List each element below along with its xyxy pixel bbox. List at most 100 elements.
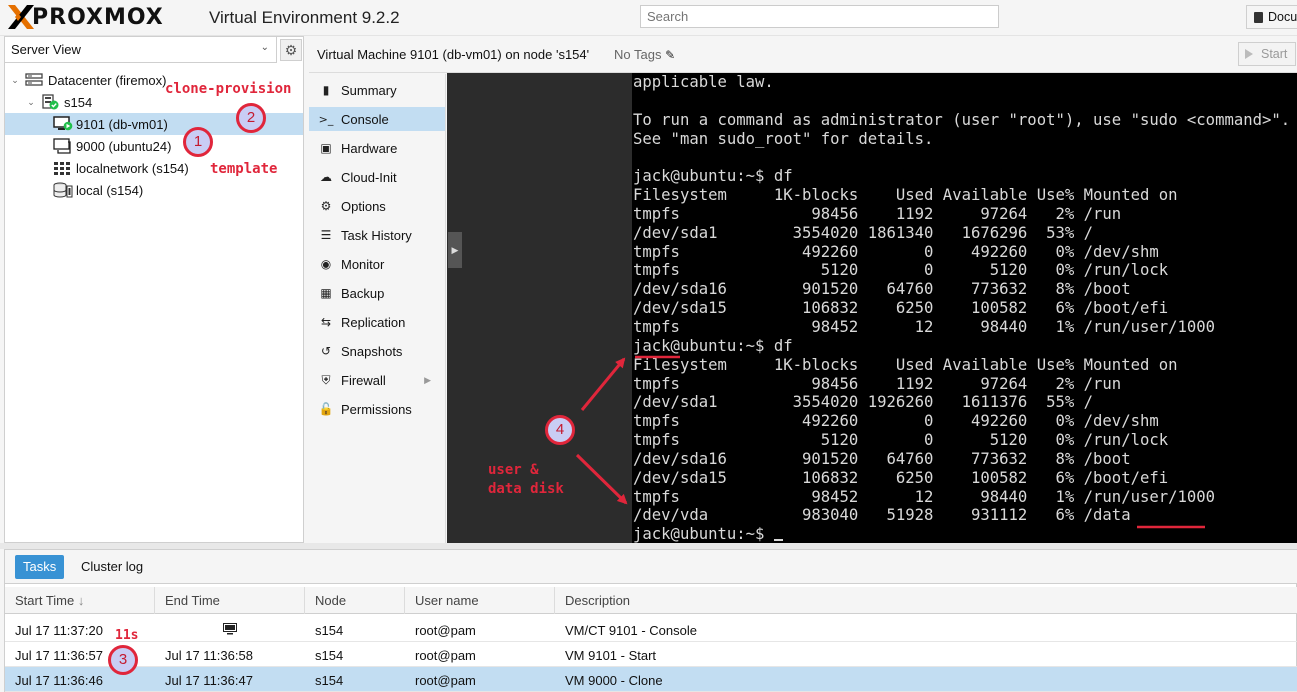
- tree-item-label: 9101 (db-vm01): [76, 116, 168, 132]
- collapse-arrow-icon[interactable]: ⌄: [9, 75, 21, 86]
- vm-header-bar: Virtual Machine 9101 (db-vm01) on node '…: [309, 36, 1297, 73]
- product-version: Virtual Environment 9.2.2: [209, 8, 400, 27]
- brand-name: PROXMOX: [32, 4, 164, 30]
- nav-cloud-init[interactable]: ☁ Cloud-Init: [309, 165, 445, 189]
- task-table-header: Start Time ↓ End Time Node User name Des…: [5, 587, 1297, 614]
- nav-label: Monitor: [341, 256, 385, 272]
- nav-snapshots[interactable]: ↺ Snapshots: [309, 339, 445, 363]
- shield-icon: ⛨: [321, 372, 331, 387]
- nav-label: Task History: [341, 227, 412, 243]
- table-row[interactable]: Jul 17 11:36:46 Jul 17 11:36:47 s154 roo…: [5, 667, 1297, 692]
- tree-item-label: 9000 (ubuntu24): [76, 138, 172, 154]
- terminal-line: applicable law.: [633, 73, 774, 91]
- nav-label: Console: [341, 111, 389, 127]
- list-icon: ☰: [320, 228, 332, 242]
- tags-editor[interactable]: No Tags ✎: [614, 47, 675, 62]
- gear-icon: ⚙: [284, 42, 298, 58]
- terminal-line: /dev/sda1 3554020 1926260 1611376 55% /: [633, 393, 1094, 412]
- column-user-name[interactable]: User name: [405, 587, 555, 614]
- nav-monitor[interactable]: ◉ Monitor: [309, 252, 445, 276]
- monitor-icon: ▣: [320, 141, 332, 155]
- vm-title: Virtual Machine 9101 (db-vm01) on node '…: [317, 47, 590, 62]
- terminal-line: tmpfs 98452 12 98440 1% /run/user/1000: [633, 487, 1216, 506]
- tab-cluster-log[interactable]: Cluster log: [73, 555, 151, 579]
- template-icon: [53, 138, 71, 154]
- nav-summary[interactable]: ▮ Summary: [309, 78, 445, 102]
- nav-label: Summary: [341, 82, 397, 98]
- nav-backup[interactable]: ▦ Backup: [309, 281, 445, 305]
- terminal-line: To run a command as administrator (user …: [633, 110, 1291, 129]
- column-end-time[interactable]: End Time: [155, 587, 305, 614]
- cell-end-time: Jul 17 11:36:58: [165, 648, 253, 663]
- nav-label: Backup: [341, 285, 385, 301]
- top-bar: PROXMOX Virtual Environment 9.2.2 Docu: [0, 0, 1297, 36]
- column-node[interactable]: Node: [305, 587, 405, 614]
- tree-settings-button[interactable]: ⚙: [280, 39, 302, 61]
- annotation-user-data-disk: user & data disk: [488, 462, 564, 497]
- nav-label: Cloud-Init: [341, 169, 397, 185]
- gear-icon: ⚙: [320, 199, 332, 213]
- eye-icon: ◉: [320, 257, 332, 271]
- search-input[interactable]: [640, 5, 999, 28]
- task-tabs: Tasks Cluster log: [5, 550, 1297, 584]
- cell-start-time: Jul 17 11:36:57: [15, 648, 103, 663]
- nav-firewall[interactable]: ⛨ Firewall ▶: [309, 368, 445, 392]
- terminal-line: tmpfs 492260 0 492260 0% /dev/shm: [633, 412, 1159, 431]
- nav-options[interactable]: ⚙ Options: [309, 194, 445, 218]
- unlock-icon: 🔓: [318, 402, 334, 416]
- floppy-icon: ▦: [320, 286, 332, 300]
- annotation-template: template: [210, 161, 278, 177]
- nav-task-history[interactable]: ☰ Task History: [309, 223, 445, 247]
- documentation-button[interactable]: Docu: [1246, 5, 1297, 29]
- annotation-duration: 11s: [115, 628, 139, 643]
- nav-label: Firewall: [341, 372, 386, 388]
- tree-item-label: Datacenter (firemox): [48, 72, 167, 88]
- node-online-icon: [41, 94, 59, 110]
- badge-2: 2: [236, 103, 266, 133]
- tree-item-storage-local[interactable]: local (s154): [5, 179, 303, 201]
- start-button[interactable]: Start: [1238, 42, 1296, 66]
- task-log-panel: Tasks Cluster log Start Time ↓ End Time …: [4, 549, 1297, 692]
- tree-item-template-9000[interactable]: 9000 (ubuntu24): [5, 135, 303, 157]
- tree-item-label: local (s154): [76, 182, 144, 198]
- nav-replication[interactable]: ⇆ Replication: [309, 310, 445, 334]
- terminal-line: See "man sudo_root" for details.: [633, 129, 934, 148]
- terminal-line: tmpfs 98452 12 98440 1% /run/user/1000: [633, 317, 1216, 336]
- nav-console[interactable]: >_ Console: [309, 107, 445, 131]
- terminal-line: /dev/sda16 901520 64760 773632 8% /boot: [633, 280, 1131, 299]
- column-start-time[interactable]: Start Time ↓: [5, 587, 155, 614]
- nav-hardware[interactable]: ▣ Hardware: [309, 136, 445, 160]
- view-selector[interactable]: Server View ⌄: [5, 37, 277, 63]
- console-icon: [223, 623, 237, 635]
- table-row[interactable]: Jul 17 11:36:57 Jul 17 11:36:58 s154 roo…: [5, 642, 1297, 667]
- nav-permissions[interactable]: 🔓 Permissions: [309, 397, 445, 421]
- chevron-right-icon: ▶: [451, 245, 459, 255]
- sdn-grid-icon: [53, 160, 71, 176]
- retweet-icon: ⇆: [320, 315, 332, 329]
- terminal-line: /dev/vda 983040 51928 931112 6% /data: [633, 506, 1131, 525]
- badge-1: 1: [183, 127, 213, 157]
- terminal-line: jack@ubuntu:~$: [633, 525, 1290, 543]
- badge-4: 4: [545, 415, 575, 445]
- column-description[interactable]: Description: [555, 587, 1297, 614]
- tab-tasks[interactable]: Tasks: [15, 555, 65, 579]
- novnc-sidebar-toggle[interactable]: ▶: [448, 232, 462, 268]
- pencil-icon[interactable]: ✎: [665, 48, 675, 62]
- chevron-right-icon: ▶: [424, 374, 431, 385]
- table-row[interactable]: Jul 17 11:37:20 s154 root@pam VM/CT 9101…: [5, 617, 1297, 642]
- terminal-line: /dev/sda1 3554020 1861340 1676296 53% /: [633, 223, 1094, 242]
- play-icon: [1245, 49, 1253, 59]
- collapse-arrow-icon[interactable]: ⌄: [25, 97, 37, 108]
- annotation-clone-provision: clone-provision: [165, 81, 292, 97]
- nav-label: Replication: [341, 314, 406, 330]
- sort-down-icon: ↓: [77, 593, 85, 608]
- nav-label: Permissions: [341, 401, 412, 417]
- cell-node: s154: [315, 623, 344, 638]
- nav-label: Options: [341, 198, 386, 214]
- cell-description: VM 9101 - Start: [565, 648, 657, 663]
- column-label: Start Time: [15, 593, 75, 608]
- terminal-line: tmpfs 5120 0 5120 0% /run/lock: [633, 431, 1169, 450]
- start-label: Start: [1261, 47, 1288, 61]
- vm-terminal[interactable]: applicable law. To run a command as admi…: [632, 73, 1297, 543]
- cell-start-time: Jul 17 11:37:20: [15, 623, 103, 638]
